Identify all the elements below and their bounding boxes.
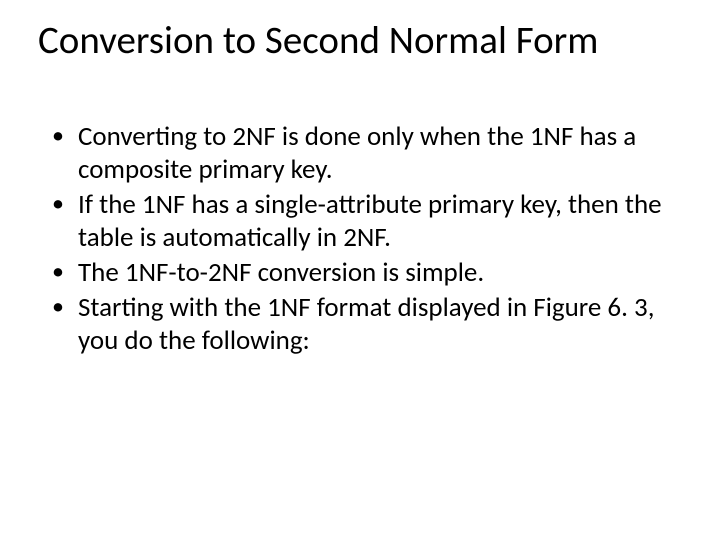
bullet-item: Starting with the 1NF format displayed i… (50, 292, 682, 358)
slide-content: Converting to 2NF is done only when the … (38, 121, 682, 358)
slide-container: Conversion to Second Normal Form Convert… (0, 0, 720, 540)
bullet-item: Converting to 2NF is done only when the … (50, 121, 682, 187)
bullet-list: Converting to 2NF is done only when the … (50, 121, 682, 358)
bullet-item: The 1NF-to-2NF conversion is simple. (50, 257, 682, 290)
slide-title: Conversion to Second Normal Form (38, 20, 682, 63)
bullet-item: If the 1NF has a single-attribute primar… (50, 189, 682, 255)
